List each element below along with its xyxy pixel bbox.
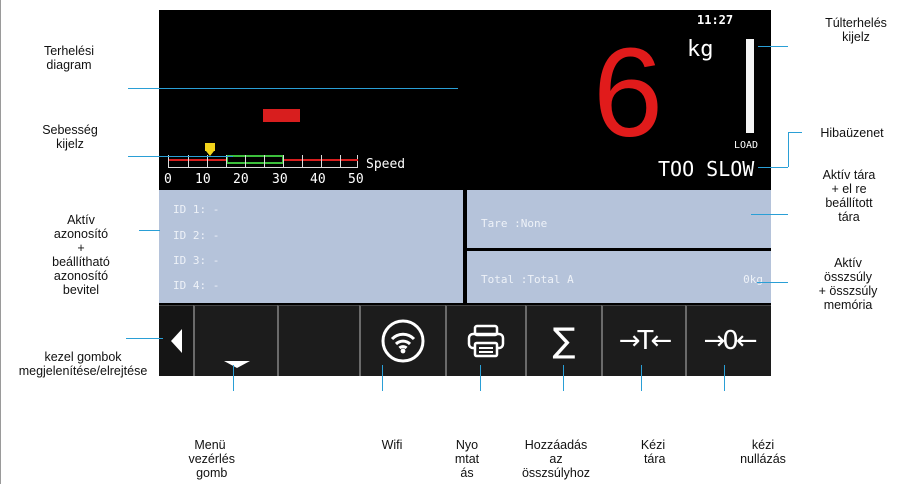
tick (264, 155, 265, 167)
leader-error-foot (758, 167, 788, 168)
speed-scale-bad-low (169, 159, 226, 161)
label-total: Aktív összsúly + összsúly memória (818, 256, 878, 312)
leader-id (139, 230, 160, 231)
speed-ok-zone (226, 155, 284, 164)
label-show-hide: kezel gombok megjelenítése/elrejtése (18, 350, 148, 378)
id-row-2[interactable]: ID 2: - (173, 229, 219, 242)
time-display: 11:27 (697, 13, 734, 27)
total-text: Total :Total A (481, 273, 574, 286)
label-tare: Aktív tára + el re beállított tára (822, 168, 876, 224)
label-print: Nyo mtat ás (454, 438, 480, 480)
error-message: TOO SLOW (658, 157, 755, 181)
device-screen: Speed 0 10 20 30 40 50 6 11:27 kg LOAD T… (159, 10, 771, 376)
label-error: Hibaüzenet (820, 126, 884, 140)
speed-tick-40: 40 (310, 172, 326, 187)
label-manual-tare: Kézi tára (640, 438, 666, 466)
total-panel: Total :Total A 0kg (467, 251, 771, 303)
leader-manual-zero (724, 365, 725, 391)
speed-pointer-icon (205, 143, 215, 151)
id-row-1[interactable]: ID 1: - (173, 203, 219, 216)
print-button[interactable] (445, 305, 525, 376)
tick (340, 155, 341, 167)
label-menu: Menü vezérlés gomb (184, 438, 236, 480)
label-wifi: Wifi (381, 438, 403, 452)
speed-label: Speed (366, 157, 406, 172)
wifi-button[interactable] (359, 305, 445, 376)
manual-tare-icon: →T← (618, 326, 672, 356)
tare-text: Tare :None (481, 217, 548, 230)
leader-tare (751, 214, 788, 215)
leader-toggle (126, 338, 163, 339)
tick (302, 155, 303, 167)
manual-zero-icon: →0← (703, 326, 757, 356)
wifi-icon (381, 319, 425, 363)
id-row-4[interactable]: ID 4: - (173, 279, 219, 292)
speed-tick-30: 30 (272, 172, 288, 187)
manual-zero-button[interactable]: →0← (685, 305, 771, 376)
tick (283, 155, 284, 167)
leader-error-v (788, 132, 789, 167)
speed-gauge (168, 143, 363, 173)
speed-tick-20: 20 (233, 172, 249, 187)
leader-load-diagram (128, 88, 458, 89)
tick (321, 155, 322, 167)
label-manual-zero: kézi nullázás (740, 438, 786, 466)
printer-icon (467, 324, 505, 358)
caret-left-icon (159, 306, 193, 376)
leader-total (757, 282, 788, 283)
label-active-id: Aktív azonosító + beállítható azonosító bevit… (52, 213, 110, 297)
manual-tare-button[interactable]: →T← (601, 305, 685, 376)
id-panel[interactable]: ID 1: - ID 2: - ID 3: - ID 4: - (159, 190, 463, 303)
overload-bar (746, 39, 754, 133)
speed-tick-10: 10 (195, 172, 211, 187)
tare-panel: Tare :None (467, 190, 771, 248)
leader-menu (233, 365, 234, 391)
menu-button[interactable] (193, 305, 277, 376)
tick (245, 155, 246, 167)
leader-wifi (382, 365, 383, 391)
label-add-total: Hozzáadás az összsúlyhoz (521, 438, 591, 480)
blank-button[interactable] (277, 305, 359, 376)
load-diagram-bar (263, 109, 300, 122)
leader-overload (758, 46, 788, 47)
label-speed-display: Sebesség kijelz (42, 123, 98, 151)
weight-value: 6 (593, 22, 664, 163)
id-row-3[interactable]: ID 3: - (173, 254, 219, 267)
toggle-buttons-button[interactable] (159, 305, 193, 376)
leader-manual-tare (641, 365, 642, 391)
load-label: LOAD (734, 140, 759, 151)
speed-tick-0: 0 (164, 172, 172, 187)
label-load-diagram: Terhelési diagram (43, 44, 95, 72)
leader-print (480, 365, 481, 391)
menu-down-icon (224, 361, 250, 368)
unit-label: kg (687, 37, 714, 62)
speed-tick-50: 50 (348, 172, 364, 187)
label-overload: Túlterhelés kijelz (825, 16, 887, 44)
leader-speed (128, 156, 233, 157)
leader-add-total (563, 365, 564, 391)
total-value: 0kg (743, 273, 763, 286)
sigma-icon: ∑ (552, 321, 576, 361)
